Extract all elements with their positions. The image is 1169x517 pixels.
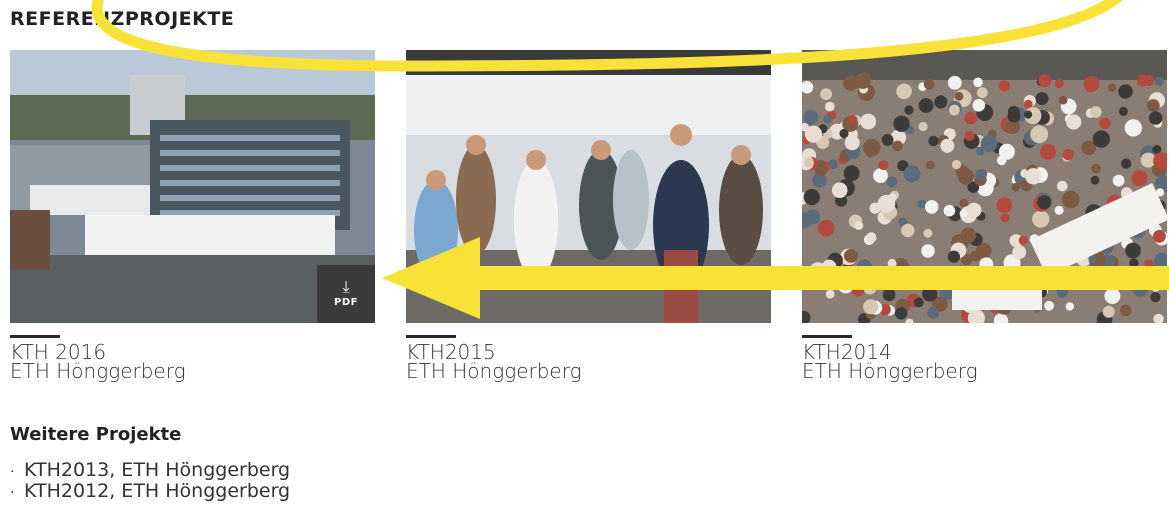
project-location: ETH Hönggerberg — [406, 359, 582, 383]
project-card-kth2014[interactable]: KTH2014 ETH Hönggerberg — [802, 50, 1167, 381]
pdf-download-button[interactable]: ⤓ PDF — [317, 265, 375, 323]
project-card-kth2015[interactable]: KTH2015 ETH Hönggerberg — [406, 50, 771, 381]
project-location: ETH Hönggerberg — [10, 359, 186, 383]
download-icon: ⤓ — [342, 277, 350, 296]
title-rule — [802, 335, 852, 338]
project-location: ETH Hönggerberg — [802, 359, 978, 383]
project-photo-kth2014[interactable] — [802, 50, 1167, 323]
project-photo-kth2015[interactable] — [406, 50, 771, 323]
list-item[interactable]: · KTH2012, ETH Hönggerberg — [10, 482, 290, 503]
list-item[interactable]: · KTH2013, ETH Hönggerberg — [10, 461, 290, 482]
project-photo-kth2016[interactable]: ⤓ PDF — [10, 50, 375, 323]
title-rule — [406, 335, 456, 338]
more-projects-title: Weitere Projekte — [10, 424, 182, 445]
title-rule — [10, 335, 60, 338]
section-title: REFERENZPROJEKTE — [10, 8, 235, 30]
pdf-label: PDF — [334, 297, 358, 308]
more-projects-list: · KTH2013, ETH Hönggerberg · KTH2012, ETH … — [10, 461, 290, 503]
project-card-kth2016[interactable]: ⤓ PDF KTH 2016 ETH Hönggerberg — [10, 50, 375, 381]
